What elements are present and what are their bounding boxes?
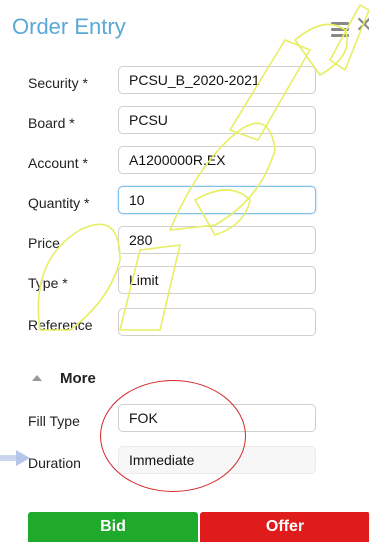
security-label: Security *	[28, 75, 88, 91]
hamburger-menu-icon[interactable]	[331, 22, 349, 37]
board-field[interactable]	[118, 106, 316, 134]
reference-field[interactable]	[118, 308, 316, 336]
annotation-arrow-icon	[0, 450, 30, 466]
panel-title: Order Entry	[12, 14, 126, 39]
chevron-up-icon	[32, 375, 42, 381]
offer-button[interactable]: Offer	[200, 512, 369, 542]
title-icons: ✕	[329, 14, 369, 42]
account-label: Account *	[28, 155, 88, 171]
fill-type-row: Fill Type	[0, 404, 369, 440]
board-row: Board *	[0, 106, 369, 142]
type-field[interactable]	[118, 266, 316, 294]
reference-row: Reference	[0, 308, 369, 344]
price-label: Price	[28, 235, 60, 251]
more-label: More	[60, 370, 96, 387]
security-field[interactable]	[118, 66, 316, 94]
quantity-label: Quantity *	[28, 195, 90, 211]
type-label: Type *	[28, 275, 68, 291]
quantity-field[interactable]	[118, 186, 316, 214]
price-row: Price	[0, 226, 369, 262]
type-row: Type *	[0, 266, 369, 302]
close-icon[interactable]: ✕	[355, 14, 369, 36]
account-field[interactable]	[118, 146, 316, 174]
duration-field[interactable]	[118, 446, 316, 474]
fill-type-label: Fill Type	[28, 413, 80, 429]
duration-row: Duration	[0, 446, 369, 482]
security-row: Security *	[0, 66, 369, 102]
price-field[interactable]	[118, 226, 316, 254]
board-label: Board *	[28, 115, 75, 131]
reference-label: Reference	[28, 317, 93, 333]
quantity-row: Quantity *	[0, 186, 369, 222]
fill-type-field[interactable]	[118, 404, 316, 432]
bid-button[interactable]: Bid	[28, 512, 198, 542]
duration-label: Duration	[28, 455, 81, 471]
account-row: Account *	[0, 146, 369, 182]
